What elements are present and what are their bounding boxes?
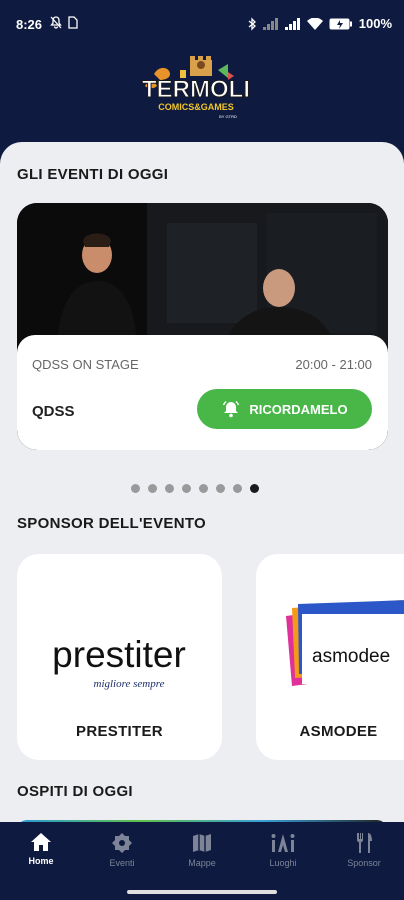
nav-home[interactable]: Home: [6, 832, 76, 866]
carousel-dot[interactable]: [165, 484, 174, 493]
nav-mappe[interactable]: Mappe: [167, 832, 237, 868]
sponsor-label-asmodee: ASMODEE: [299, 723, 378, 740]
nav-luoghi-label: Luoghi: [269, 858, 297, 868]
home-indicator: [127, 890, 277, 894]
events-section-title: GLI EVENTI DI OGGI: [17, 166, 169, 183]
home-icon: [31, 833, 51, 851]
status-time: 8:26: [16, 17, 43, 32]
remind-me-button[interactable]: RICORDAMELO: [197, 389, 372, 429]
guests-section-title: OSPITI DI OGGI: [17, 783, 133, 800]
wifi-icon: [306, 17, 323, 30]
nav-eventi[interactable]: Eventi: [87, 832, 157, 868]
nav-sponsor-label: Sponsor: [347, 858, 381, 868]
carousel-dot[interactable]: [199, 484, 208, 493]
svg-text:TERMOLI: TERMOLI: [142, 76, 250, 103]
svg-text:BY GTRD: BY GTRD: [219, 114, 237, 119]
status-bar: 8:26 100%: [0, 0, 404, 48]
event-stage: QDSS ON STAGE: [32, 357, 139, 372]
signal-icon: [262, 17, 278, 30]
event-card[interactable]: QDSS ON STAGE 20:00 - 21:00 QDSS RICORDA…: [17, 203, 388, 450]
battery-percent: 100%: [358, 16, 392, 31]
asmodee-logo: asmodee: [286, 600, 404, 686]
map-icon: [193, 834, 211, 852]
event-name: QDSS: [32, 403, 75, 420]
carousel-dot[interactable]: [250, 484, 259, 493]
sponsors-section-title: SPONSOR DELL'EVENTO: [17, 515, 207, 532]
prestiter-logo: prestiter migliore sempre: [52, 634, 186, 690]
carousel-dot[interactable]: [233, 484, 242, 493]
nav-mappe-label: Mappe: [188, 858, 216, 868]
app-logo: TERMOLI COMICS&GAMES BY GTRD: [140, 52, 251, 124]
bell-icon: [223, 400, 240, 418]
battery-icon: [329, 18, 352, 29]
svg-text:prestiter: prestiter: [52, 634, 186, 675]
svg-text:asmodee: asmodee: [312, 646, 390, 667]
nav-luoghi[interactable]: Luoghi: [248, 832, 318, 868]
sponsor-card-asmodee[interactable]: asmodee ASMODEE: [256, 554, 404, 760]
carousel-dot[interactable]: [148, 484, 157, 493]
remind-me-label: RICORDAMELO: [249, 401, 348, 417]
nav-sponsor[interactable]: Sponsor: [329, 832, 399, 868]
carousel-dots[interactable]: [131, 484, 259, 493]
nav-eventi-label: Eventi: [109, 858, 135, 868]
nav-home-label: Home: [28, 856, 54, 866]
sponsor-label-prestiter: PRESTITER: [76, 723, 163, 740]
svg-text:COMICS&GAMES: COMICS&GAMES: [158, 102, 234, 112]
carousel-dot[interactable]: [131, 484, 140, 493]
badge-icon: [112, 833, 132, 853]
event-photo: [17, 203, 388, 353]
signal-icon-2: [284, 17, 300, 30]
event-time: 20:00 - 21:00: [295, 357, 372, 372]
mute-icon: [50, 16, 62, 29]
home-content[interactable]: GLI EVENTI DI OGGI QDSS ON STAGE 20:00 -…: [0, 142, 404, 830]
sim-icon: [68, 16, 78, 29]
bluetooth-icon: [248, 16, 256, 31]
event-info: QDSS ON STAGE 20:00 - 21:00 QDSS RICORDA…: [17, 335, 388, 450]
carousel-dot[interactable]: [182, 484, 191, 493]
cutlery-icon: [357, 833, 372, 853]
sponsor-card-prestiter[interactable]: prestiter migliore sempre PRESTITER: [17, 554, 222, 760]
svg-text:migliore sempre: migliore sempre: [94, 678, 165, 690]
places-icon: [271, 834, 295, 852]
bottom-navigation: Home Eventi Mappe Luoghi Sponsor: [0, 822, 404, 900]
carousel-dot[interactable]: [216, 484, 225, 493]
